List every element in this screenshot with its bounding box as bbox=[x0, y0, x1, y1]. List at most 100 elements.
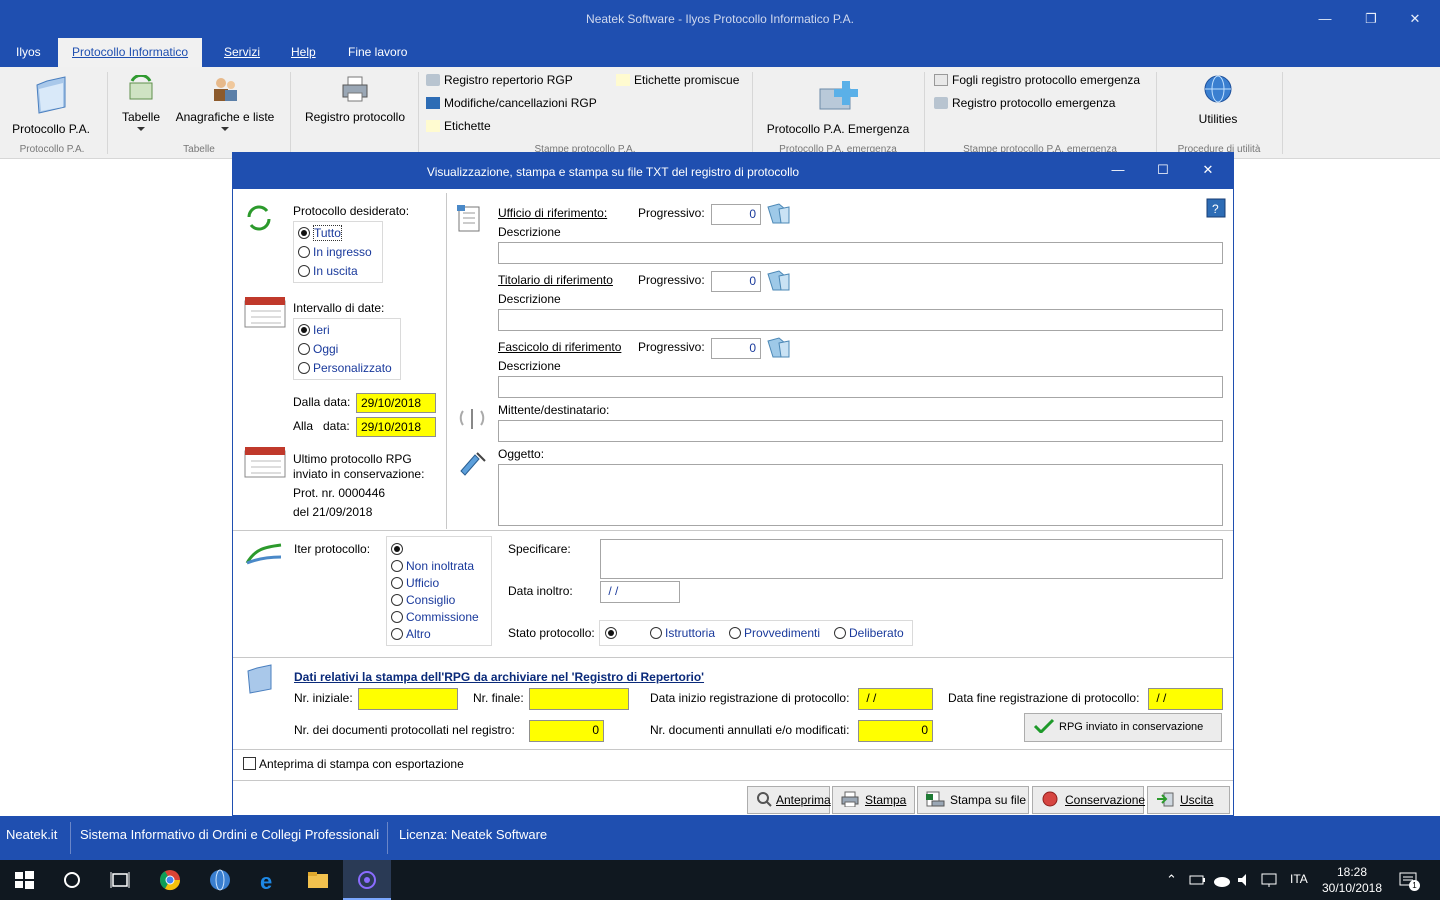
dialog-maximize-button[interactable]: ☐ bbox=[1151, 162, 1175, 178]
fascicolo-progressivo-field[interactable]: 0 bbox=[711, 338, 761, 359]
radio-in-uscita[interactable]: In uscita bbox=[298, 264, 358, 278]
ribbon-etichette-label: Etichette bbox=[444, 119, 491, 133]
restore-button[interactable]: ❐ bbox=[1356, 8, 1386, 30]
specificare-field[interactable] bbox=[600, 539, 1223, 579]
dialog-close-button[interactable]: ✕ bbox=[1196, 162, 1220, 178]
radio-stato-none[interactable] bbox=[605, 626, 620, 640]
ribbon-registro-emergenza-button[interactable]: Registro protocollo emergenza bbox=[934, 96, 1115, 110]
radio-consiglio[interactable]: Consiglio bbox=[391, 593, 455, 607]
ribbon-separator bbox=[290, 72, 291, 154]
fascicolo-label[interactable]: Fascicolo di riferimento bbox=[498, 340, 621, 354]
cloud-icon[interactable] bbox=[1212, 872, 1232, 888]
anteprima-checkbox[interactable]: Anteprima di stampa con esportazione bbox=[243, 757, 464, 771]
menu-protocollo-informatico[interactable]: Protocollo Informatico bbox=[58, 38, 203, 67]
stampa-button-label: Stampa bbox=[865, 793, 907, 807]
edge-icon[interactable]: e bbox=[257, 868, 281, 892]
taskbar: e ⌃ ITA 18:28 30/10/2018 1 bbox=[0, 860, 1440, 900]
ufficio-descrizione-field[interactable] bbox=[498, 242, 1223, 264]
close-button[interactable]: ✕ bbox=[1400, 8, 1430, 30]
data-inizio-field[interactable]: / / bbox=[858, 688, 933, 710]
taskbar-active-app[interactable] bbox=[343, 860, 391, 900]
lookup-icon[interactable] bbox=[765, 335, 793, 361]
radio-personalizzato[interactable]: Personalizzato bbox=[298, 361, 392, 375]
conservazione-button[interactable]: Conservazione bbox=[1032, 786, 1145, 814]
menu-help[interactable]: Help bbox=[291, 44, 316, 60]
rpg-inviato-label: RPG inviato in conservazione bbox=[1059, 721, 1204, 733]
menu-servizi[interactable]: Servizi bbox=[224, 44, 260, 60]
ribbon-utilities-button[interactable]: Utilities bbox=[1176, 73, 1260, 126]
alla-data-field[interactable]: 29/10/2018 bbox=[356, 417, 436, 437]
fascicolo-descrizione-field[interactable] bbox=[498, 376, 1223, 398]
lookup-icon[interactable] bbox=[765, 201, 793, 227]
ribbon-etichette-promiscue-button[interactable]: Etichette promiscue bbox=[616, 73, 739, 87]
stampa-su-file-button[interactable]: Stampa su file bbox=[917, 786, 1029, 814]
ribbon-fogli-emergenza-button[interactable]: Fogli registro protocollo emergenza bbox=[934, 73, 1140, 87]
radio-in-ingresso[interactable]: In ingresso bbox=[298, 245, 372, 259]
clock-date: 30/10/2018 bbox=[1321, 881, 1383, 895]
nr-annullati-field[interactable]: 0 bbox=[858, 720, 933, 742]
ribbon-emergenza-label: Protocollo P.A. Emergenza bbox=[766, 122, 910, 136]
titolario-descrizione-field[interactable] bbox=[498, 309, 1223, 331]
menu-ilyos[interactable]: Ilyos bbox=[16, 44, 41, 60]
stampa-button[interactable]: Stampa bbox=[832, 786, 915, 814]
radio-istruttoria[interactable]: Istruttoria bbox=[650, 626, 715, 640]
ribbon-registro-repertorio-button[interactable]: Registro repertorio RGP bbox=[426, 73, 573, 87]
radio-tutto[interactable]: Tutto bbox=[298, 225, 342, 241]
data-fine-field[interactable]: / / bbox=[1148, 688, 1223, 710]
data-inoltro-field[interactable]: / / bbox=[600, 581, 680, 603]
nr-documenti-field[interactable]: 0 bbox=[529, 720, 604, 742]
network-icon[interactable] bbox=[1260, 872, 1280, 888]
file-explorer-icon[interactable] bbox=[306, 868, 330, 892]
people-icon bbox=[214, 78, 237, 101]
radio-deliberato[interactable]: Deliberato bbox=[834, 626, 904, 640]
volume-icon[interactable] bbox=[1236, 872, 1254, 888]
ribbon-etichette-button[interactable]: Etichette bbox=[426, 119, 491, 133]
battery-icon[interactable] bbox=[1188, 872, 1206, 888]
ribbon-registro-protocollo-button[interactable]: Registro protocollo bbox=[298, 75, 412, 124]
radio-ufficio[interactable]: Ufficio bbox=[391, 576, 439, 590]
oggetto-textarea[interactable] bbox=[498, 464, 1223, 526]
language-indicator[interactable]: ITA bbox=[1290, 872, 1308, 886]
help-book-icon[interactable]: ? bbox=[1205, 197, 1227, 219]
task-view-icon[interactable] bbox=[108, 868, 132, 892]
rpg-inviato-button[interactable]: RPG inviato in conservazione bbox=[1024, 713, 1222, 742]
mittente-label: Mittente/destinatario: bbox=[498, 403, 610, 417]
radio-oggi[interactable]: Oggi bbox=[298, 342, 338, 356]
mittente-field[interactable] bbox=[498, 420, 1223, 442]
radio-circle bbox=[391, 543, 403, 555]
titolario-progressivo-field[interactable]: 0 bbox=[711, 271, 761, 292]
ribbon-modifiche-label: Modifiche/cancellazioni RGP bbox=[444, 96, 597, 110]
ufficio-progressivo-field[interactable]: 0 bbox=[711, 204, 761, 225]
ribbon-tabelle-button[interactable]: Tabelle bbox=[116, 73, 166, 131]
ribbon-emergenza-button[interactable]: Protocollo P.A. Emergenza bbox=[760, 75, 916, 136]
globe-app-icon[interactable] bbox=[208, 868, 232, 892]
data-inizio-label: Data inizio registrazione di protocollo: bbox=[650, 691, 850, 705]
radio-ieri[interactable]: Ieri bbox=[298, 323, 330, 337]
ribbon-registro-protocollo-label: Registro protocollo bbox=[304, 110, 406, 124]
windows-start-icon[interactable] bbox=[12, 868, 36, 892]
minimize-button[interactable]: — bbox=[1310, 8, 1340, 30]
clock[interactable]: 18:28 30/10/2018 bbox=[1316, 864, 1388, 896]
tray-chevron-icon[interactable]: ⌃ bbox=[1166, 872, 1177, 888]
menu-fine-lavoro[interactable]: Fine lavoro bbox=[348, 44, 407, 60]
ribbon-anagrafiche-button[interactable]: Anagrafiche e liste bbox=[170, 75, 280, 131]
ufficio-label[interactable]: Ufficio di riferimento: bbox=[498, 206, 607, 220]
search-circle-icon[interactable] bbox=[60, 868, 84, 892]
uscita-button[interactable]: Uscita bbox=[1147, 786, 1230, 814]
radio-altro[interactable]: Altro bbox=[391, 627, 431, 641]
radio-commissione[interactable]: Commissione bbox=[391, 610, 479, 624]
radio-provvedimenti[interactable]: Provvedimenti bbox=[729, 626, 820, 640]
radio-non-inoltrata[interactable]: Non inoltrata bbox=[391, 559, 474, 573]
lookup-icon[interactable] bbox=[765, 268, 793, 294]
dialog-minimize-button[interactable]: — bbox=[1106, 162, 1130, 177]
radio-circle bbox=[391, 560, 403, 572]
nr-iniziale-field[interactable] bbox=[358, 688, 458, 710]
anteprima-button[interactable]: Anteprima bbox=[747, 786, 831, 814]
radio-iter-none[interactable] bbox=[391, 542, 406, 556]
ribbon-modifiche-button[interactable]: Modifiche/cancellazioni RGP bbox=[426, 96, 597, 110]
ribbon-protocollo-pa-button[interactable]: Protocollo P.A. bbox=[8, 75, 94, 136]
titolario-label[interactable]: Titolario di riferimento bbox=[498, 273, 613, 287]
chrome-icon[interactable] bbox=[158, 868, 182, 892]
dalla-data-field[interactable]: 29/10/2018 bbox=[356, 393, 436, 413]
nr-finale-field[interactable] bbox=[529, 688, 629, 710]
